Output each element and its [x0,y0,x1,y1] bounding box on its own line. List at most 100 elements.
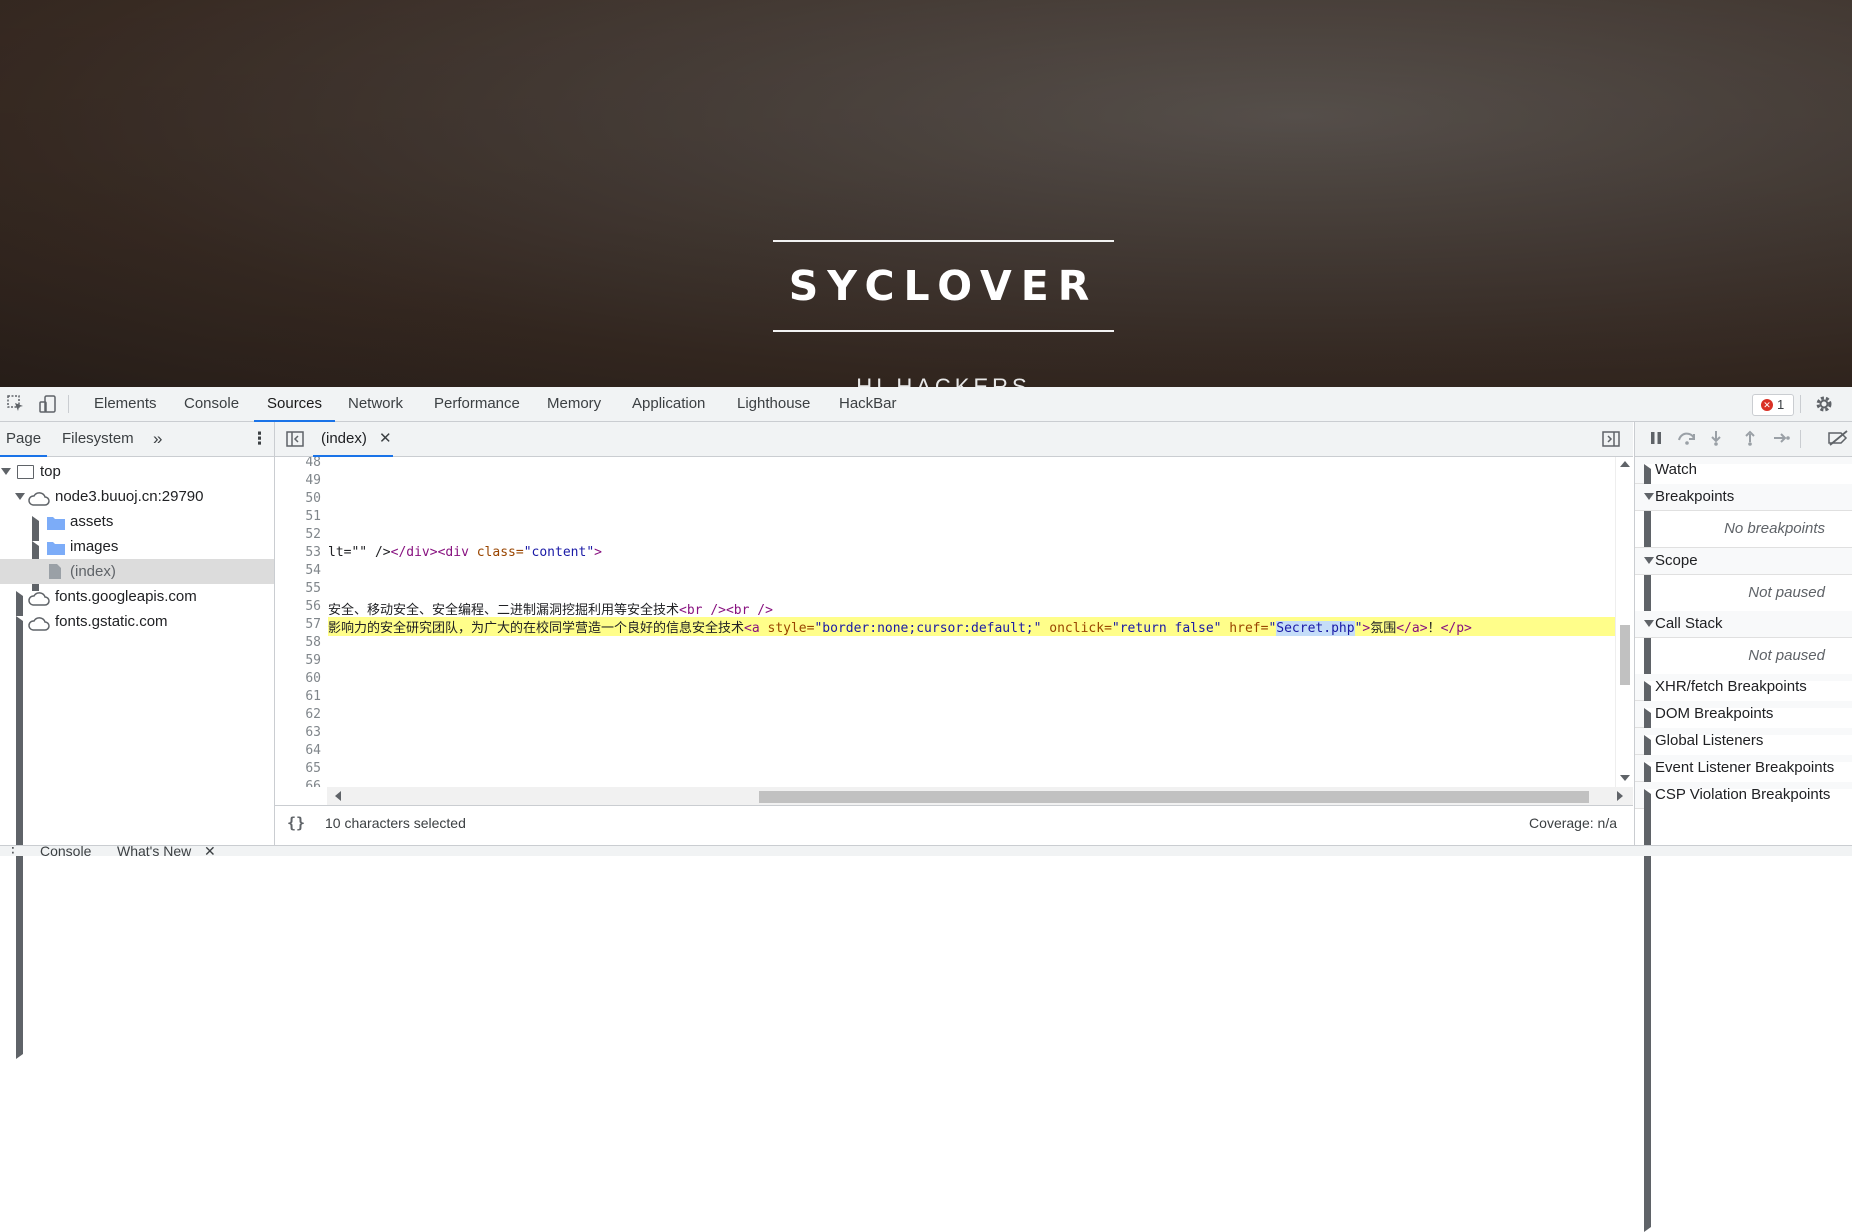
file-tab-index[interactable]: (index) ✕ [321,422,392,456]
line-number[interactable]: 61 [275,689,321,704]
section-watch[interactable]: Watch [1635,457,1852,907]
drawer-tab-whats-new[interactable]: What's New [117,846,191,856]
editor-tabbar: (index) ✕ [275,422,1633,457]
vertical-scroll-thumb[interactable] [1620,625,1630,685]
step-out-icon[interactable] [1743,430,1757,451]
close-tab-icon[interactable]: ✕ [379,430,392,447]
line-number[interactable]: 50 [275,491,321,506]
tree-item-assets[interactable]: assets [0,509,274,959]
tab-hackbar[interactable]: HackBar [839,387,897,421]
tree-item-label: top [40,463,61,480]
deactivate-breakpoints-icon[interactable] [1827,430,1849,451]
no-breakpoints-message: No breakpoints [1635,511,1852,548]
code-token: </a> [1396,621,1428,636]
line-number[interactable]: 59 [275,653,321,668]
toggle-navigator-icon[interactable] [286,431,304,452]
code-token: 安全、移动安全、安全编程、二进制漏洞挖掘利用等安全技术 [328,603,680,618]
more-tabs-chevron-icon[interactable]: » [153,422,162,456]
horizontal-scrollbar[interactable] [327,787,1633,805]
line-number[interactable]: 56 [275,599,321,614]
code-line[interactable]: 安全、移动安全、安全编程、二进制漏洞挖掘利用等安全技术<br /><br /> [328,599,773,618]
tab-lighthouse[interactable]: Lighthouse [737,387,810,421]
frame-icon [17,465,34,479]
error-count-badge[interactable]: ✕ 1 [1752,394,1794,416]
scroll-down-arrow-icon[interactable] [1620,775,1630,781]
section-xhr-breakpoints[interactable]: XHR/fetch Breakpoints [1635,674,1852,1124]
section-call-stack[interactable]: Call Stack [1635,611,1852,638]
pretty-print-icon[interactable]: {} [287,814,305,832]
drawer-tab-console[interactable]: Console [40,846,91,856]
line-number[interactable]: 51 [275,509,321,524]
code-token: href= [1221,621,1269,636]
line-number[interactable]: 48 [275,457,321,470]
tree-item-domain[interactable]: node3.buuoj.cn:29790 [0,484,274,509]
section-label: Watch [1655,461,1697,478]
toggle-debugger-icon[interactable] [1602,431,1620,452]
tab-page[interactable]: Page [0,422,48,457]
hero-subtitle: HI HACKERS [856,374,1031,387]
tree-item-images[interactable]: images [0,534,274,984]
tree-item-top[interactable]: top [0,459,274,484]
tab-application[interactable]: Application [632,387,705,421]
scroll-right-arrow-icon[interactable] [1617,791,1623,801]
line-number[interactable]: 65 [275,761,321,776]
tree-item-googleapis[interactable]: fonts.googleapis.com [0,584,274,1034]
line-number[interactable]: 66 [275,779,321,787]
devtools-main-toolbar: Elements Console Sources Network Perform… [0,387,1852,422]
horizontal-scroll-thumb[interactable] [759,791,1589,803]
debugger-sidebar: Watch Breakpoints No breakpoints Scope N… [1634,422,1852,1232]
code-token: </p> [1440,621,1472,636]
tree-item-gstatic[interactable]: fonts.gstatic.com [0,609,274,1059]
section-csp-violation-breakpoints[interactable]: CSP Violation Breakpoints [1635,782,1852,1232]
line-number[interactable]: 58 [275,635,321,650]
section-event-listener-breakpoints[interactable]: Event Listener Breakpoints [1635,755,1852,1205]
cloud-icon [28,614,50,639]
tab-performance[interactable]: Performance [434,387,520,421]
tab-network[interactable]: Network [348,387,403,421]
scroll-up-arrow-icon[interactable] [1620,461,1630,467]
hero-top-rule [773,240,1114,242]
scroll-left-arrow-icon[interactable] [335,791,341,801]
call-stack-not-paused: Not paused [1635,638,1852,675]
device-toolbar-icon[interactable] [38,394,58,414]
line-number[interactable]: 60 [275,671,321,686]
section-scope[interactable]: Scope [1635,548,1852,575]
code-line[interactable]: 影响力的安全研究团队，为广大的在校同学营造一个良好的信息安全技术<a style… [328,617,1615,636]
sources-navigator: Page Filesystem » ⋮ top node3.buuoj.cn:2… [0,422,275,1059]
vertical-scrollbar[interactable] [1615,457,1634,787]
line-number[interactable]: 52 [275,527,321,542]
code-editor[interactable]: 4849505152535455565758596061626364656667… [275,457,1615,787]
step-over-icon[interactable] [1677,431,1697,450]
tab-filesystem[interactable]: Filesystem [62,422,134,456]
tree-item-label: node3.buuoj.cn:29790 [55,488,204,505]
line-number[interactable]: 53 [275,545,321,560]
pause-icon[interactable] [1649,431,1663,450]
section-dom-breakpoints[interactable]: DOM Breakpoints [1635,701,1852,1151]
inspect-element-icon[interactable] [6,394,26,414]
line-number[interactable]: 64 [275,743,321,758]
tree-item-label: fonts.gstatic.com [55,613,168,630]
line-number[interactable]: 49 [275,473,321,488]
step-icon[interactable] [1773,431,1791,450]
line-number[interactable]: 63 [275,725,321,740]
line-number[interactable]: 55 [275,581,321,596]
code-token: "content" [523,545,595,560]
toolbar-divider [68,395,69,413]
tab-memory[interactable]: Memory [547,387,601,421]
tab-sources[interactable]: Sources [253,387,336,422]
section-breakpoints[interactable]: Breakpoints [1635,484,1852,511]
line-number[interactable]: 54 [275,563,321,578]
close-drawer-tab-icon[interactable]: ✕ [204,846,216,856]
tab-console[interactable]: Console [184,387,239,421]
settings-gear-icon[interactable] [1814,394,1834,414]
code-token: </div> [390,545,438,560]
section-global-listeners[interactable]: Global Listeners [1635,728,1852,1178]
drawer-menu-icon[interactable]: ⋮ [6,846,20,856]
step-into-icon[interactable] [1709,430,1723,451]
tree-item-index[interactable]: (index) [0,559,274,584]
code-line[interactable]: lt="" /></div><div class="content"> [328,545,602,560]
tab-elements[interactable]: Elements [94,387,157,421]
line-number[interactable]: 57 [275,617,321,632]
line-number[interactable]: 62 [275,707,321,722]
more-options-icon[interactable]: ⋮ [251,422,268,456]
